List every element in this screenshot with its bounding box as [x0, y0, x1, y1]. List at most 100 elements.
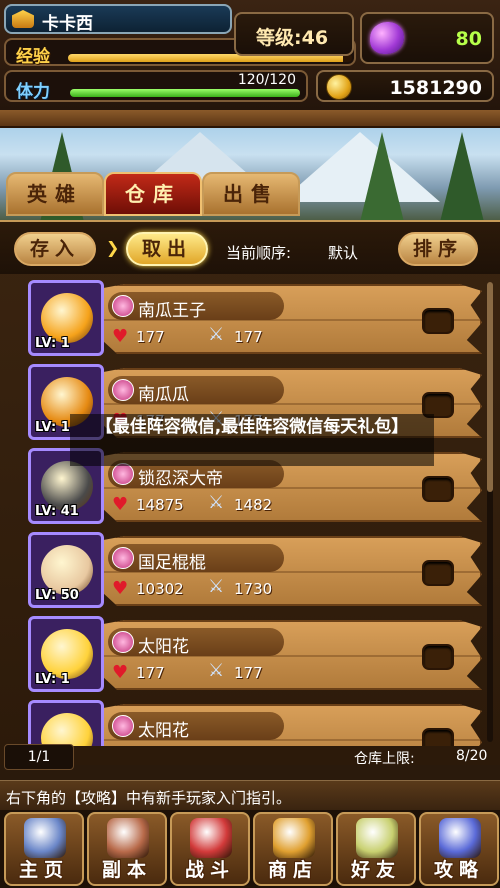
rank-badge-icon	[12, 10, 34, 28]
hero-select-checkbox[interactable]	[422, 728, 454, 746]
scrollbar-thumb[interactable]	[487, 282, 493, 492]
nav-label: 好友	[350, 859, 401, 881]
arrow-right-icon: ❯	[106, 238, 120, 257]
stamina-value: 120/120	[237, 72, 296, 88]
gem-value: 80	[455, 28, 482, 50]
tab-warehouse[interactable]: 仓库	[104, 172, 202, 216]
hero-class-icon	[112, 547, 134, 569]
heart-icon: ♥	[112, 662, 129, 683]
hero-select-checkbox[interactable]	[422, 560, 454, 586]
withdraw-button[interactable]: 取出	[126, 232, 208, 266]
tab-heroes[interactable]: 英雄	[6, 172, 104, 216]
hero-hp: 177	[136, 664, 165, 682]
order-label: 当前顺序:	[226, 244, 292, 262]
hero-select-checkbox[interactable]	[422, 308, 454, 334]
hero-attack: 1482	[234, 496, 273, 514]
order-value: 默认	[328, 244, 359, 262]
hero-level: LV: 41	[35, 504, 79, 519]
hero-list[interactable]: LV: 1 南瓜王子 ♥ 177 ⚔ 177 LV: 1 南瓜瓜 ♥ 177 ⚔…	[22, 276, 486, 746]
player-name: 卡卡西	[42, 14, 93, 34]
exp-label: 经验	[16, 47, 50, 67]
status-header: 卡卡西 经验 等级:46 80 体力 120/120 1581290	[0, 0, 500, 110]
crossed-swords-icon: ⚔	[208, 576, 225, 597]
tab-sell[interactable]: 出售	[202, 172, 300, 216]
capacity-value: 8/20	[456, 748, 488, 764]
castle-icon	[24, 818, 66, 858]
gem-plate[interactable]: 80	[360, 12, 494, 64]
stamina-bar-fill	[70, 89, 300, 97]
bottom-nav: 主页 副本 战斗 商店 好友 攻略	[0, 810, 500, 888]
hero-attack: 177	[234, 664, 263, 682]
target-icon	[190, 818, 232, 858]
crossed-swords-icon: ⚔	[208, 660, 225, 681]
nav-label: 战斗	[184, 859, 235, 881]
sort-button[interactable]: 排序	[398, 232, 478, 266]
stamina-label: 体力	[16, 82, 50, 102]
heart-icon: ♥	[112, 326, 129, 347]
hero-hp: 10302	[136, 580, 184, 598]
list-scrollbar[interactable]	[487, 282, 493, 742]
heart-icon: ♥	[112, 578, 129, 599]
stamina-bar	[70, 89, 300, 97]
hero-class-icon	[112, 715, 134, 737]
hero-level: LV: 1	[35, 420, 70, 435]
hero-card[interactable]: LV: 1 太阳花 ♥ 177 ⚔ 177	[22, 614, 486, 694]
hero-name: 太阳花	[138, 637, 189, 657]
hero-name-strip	[108, 712, 284, 740]
hero-level: LV: 50	[35, 588, 79, 603]
hero-class-icon	[112, 295, 134, 317]
gold-plate[interactable]: 1581290	[316, 70, 494, 102]
hero-name: 南瓜瓜	[138, 385, 189, 405]
hero-portrait[interactable]: LV: 1	[28, 616, 104, 692]
level-text: 等级:46	[256, 27, 329, 49]
hero-name: 太阳花	[138, 721, 189, 741]
crossed-swords-icon: ⚔	[208, 492, 225, 513]
hero-name-strip	[108, 376, 284, 404]
gold-coin-icon	[326, 74, 352, 100]
hero-portrait[interactable]: LV: 1	[28, 280, 104, 356]
wood-beam-decoration	[0, 110, 500, 128]
player-name-plate[interactable]: 卡卡西	[4, 4, 232, 34]
hero-class-icon	[112, 379, 134, 401]
wizard-icon	[439, 818, 481, 858]
hero-hp: 14875	[136, 496, 184, 514]
nav-label: 副本	[101, 859, 152, 881]
tip-text: 右下角的【攻略】中有新手玩家入门指引。	[6, 789, 292, 807]
hero-attack: 1730	[234, 580, 273, 598]
nav-label: 主页	[18, 859, 69, 881]
hero-card[interactable]: LV: 1 南瓜王子 ♥ 177 ⚔ 177	[22, 278, 486, 358]
hero-portrait[interactable]: LV: 1	[28, 700, 104, 746]
hero-name: 锁忍深大帝	[138, 469, 223, 489]
hero-name-strip	[108, 628, 284, 656]
stamina-row: 体力 120/120	[4, 70, 308, 102]
nav-button[interactable]: 战斗	[170, 812, 250, 886]
nav-button[interactable]: 商店	[253, 812, 333, 886]
hero-name: 国足棍棍	[138, 553, 206, 573]
wings-icon	[356, 818, 398, 858]
nav-label: 攻略	[433, 859, 484, 881]
hero-card[interactable]: LV: 1 太阳花 ♥ 177 ⚔ 177	[22, 698, 486, 746]
crossed-swords-icon: ⚔	[208, 324, 225, 345]
hero-card[interactable]: LV: 50 国足棍棍 ♥ 10302 ⚔ 1730	[22, 530, 486, 610]
nav-button[interactable]: 主页	[4, 812, 84, 886]
heart-icon: ♥	[112, 494, 129, 515]
deposit-button[interactable]: 存入	[14, 232, 96, 266]
hero-level: LV: 1	[35, 672, 70, 687]
page-indicator: 1/1	[4, 744, 74, 770]
nav-button[interactable]: 好友	[336, 812, 416, 886]
capacity-label: 仓库上限:	[354, 751, 415, 767]
tab-bar: 英雄 仓库 出售	[0, 172, 500, 222]
promo-overlay: 【最佳阵容微信,最佳阵容微信每天礼包】	[70, 414, 434, 466]
gem-icon	[370, 22, 404, 54]
nav-button[interactable]: 副本	[87, 812, 167, 886]
level-plate: 等级:46	[234, 12, 354, 56]
tip-bar: 右下角的【攻略】中有新手玩家入门指引。	[0, 780, 500, 810]
shop-icon	[273, 818, 315, 858]
hero-name: 南瓜王子	[138, 301, 206, 321]
hero-attack: 177	[234, 328, 263, 346]
hero-class-icon	[112, 631, 134, 653]
hero-select-checkbox[interactable]	[422, 476, 454, 502]
hero-select-checkbox[interactable]	[422, 644, 454, 670]
hero-portrait[interactable]: LV: 50	[28, 532, 104, 608]
nav-button[interactable]: 攻略	[419, 812, 499, 886]
